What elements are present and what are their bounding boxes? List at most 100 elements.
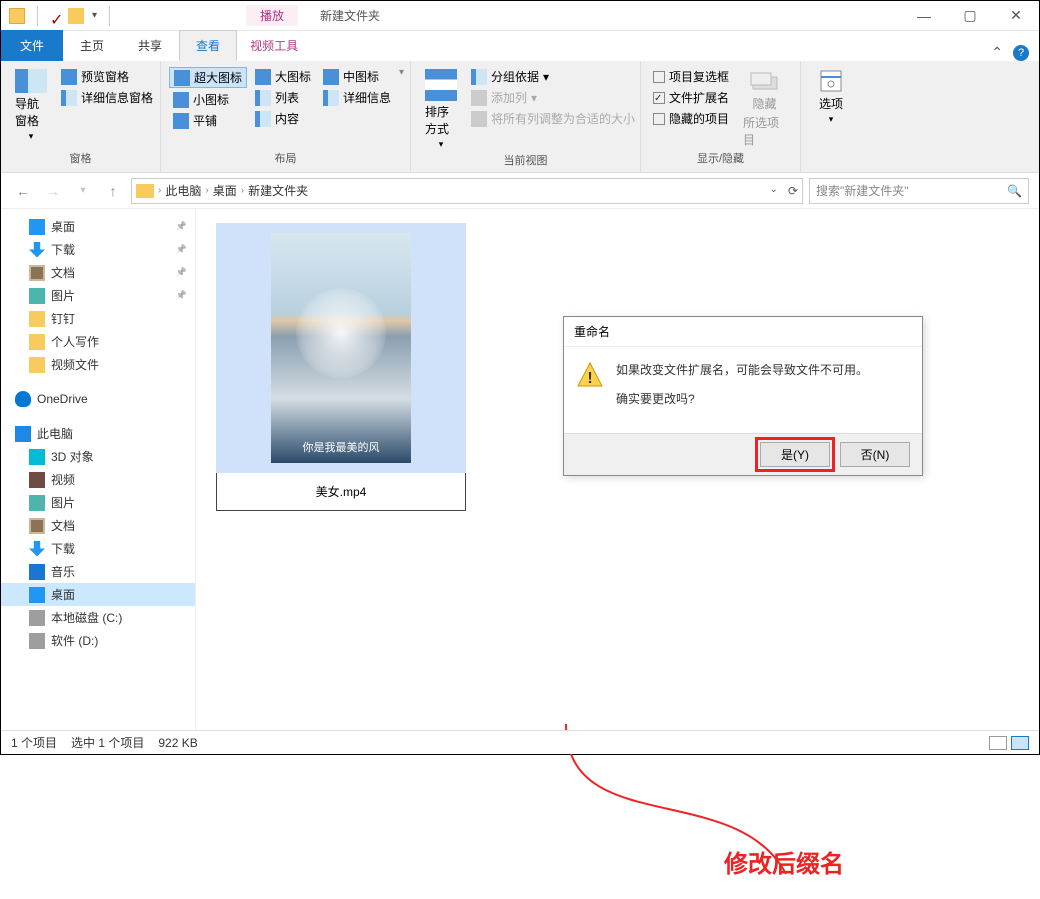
file-name-edit[interactable]: 美女.mp4 [216,473,466,511]
sidebar-item-label: 图片 [51,494,75,511]
sidebar-item[interactable]: 视频 [1,468,195,491]
search-input[interactable]: 搜索"新建文件夹" 🔍 [809,178,1029,204]
sidebar-item[interactable]: 本地磁盘 (C:) [1,606,195,629]
list-icon [255,90,271,106]
sidebar-item-label: 桌面 [51,586,75,603]
preview-icon [61,69,77,85]
view-details-toggle[interactable] [989,736,1007,750]
crumb-thispc[interactable]: 此电脑 [165,182,201,199]
sidebar-item[interactable]: 图片 [1,491,195,514]
view-xl-icons[interactable]: 超大图标 [169,67,247,88]
options-button[interactable]: 选项 ▾ [809,67,853,127]
file-thumbnail [216,223,466,473]
sort-icon [425,69,457,101]
sidebar-item[interactable]: 下载 [1,238,195,261]
view-sm-icons[interactable]: 小图标 [169,90,247,109]
sidebar-item-label: 文档 [51,517,75,534]
preview-pane-button[interactable]: 预览窗格 [57,67,157,86]
sidebar-item[interactable]: 3D 对象 [1,445,195,468]
chk-itemcheckbox[interactable]: 项目复选框 [649,67,733,86]
sidebar-item[interactable]: 桌面 [1,583,195,606]
qat-check-icon[interactable]: ✓ [50,10,62,22]
sidebar-item[interactable]: 桌面 [1,215,195,238]
view-tiles[interactable]: 平铺 [169,111,247,130]
dialog-line2: 确实要更改吗? [616,390,868,407]
tab-video-tools[interactable]: 视频工具 [237,30,311,61]
view-md-icons[interactable]: 中图标 [319,67,395,86]
options-icon [815,69,847,93]
up-button[interactable]: ↑ [101,179,125,203]
sidebar-item-label: 此电脑 [37,425,73,442]
sort-button[interactable]: 排序方式 ▾ [419,67,463,152]
sidebar-item[interactable]: 个人写作 [1,330,195,353]
sidebar-item[interactable]: 音乐 [1,560,195,583]
sidebar-item-icon [15,426,31,442]
forward-button: → [41,179,65,203]
group-showhide-label: 显示/隐藏 [649,150,792,168]
no-button[interactable]: 否(N) [840,442,910,467]
crumb-desktop[interactable]: 桌面 [213,182,237,199]
sidebar-item[interactable]: 下载 [1,537,195,560]
sidebar-item-label: 文档 [51,264,75,281]
titlebar: ✓ ▾ 播放 新建文件夹 — ▢ ✕ [1,1,1039,31]
annotation-text: 修改后缀名 [724,844,844,879]
sidebar-item[interactable]: 视频文件 [1,353,195,376]
address-bar: ← → ▾ ↑ › 此电脑 › 桌面 › 新建文件夹 ⌄ ⟳ 搜索"新建文件夹"… [1,173,1039,209]
collapse-ribbon-icon[interactable]: ⌃ [991,44,1003,61]
view-content[interactable]: 内容 [251,109,315,128]
chk-hidden[interactable]: 隐藏的项目 [649,109,733,128]
yes-button[interactable]: 是(Y) [760,442,830,467]
tab-home[interactable]: 主页 [63,30,121,61]
nav-tree[interactable]: 桌面下载文档图片钉钉个人写作视频文件OneDrive此电脑3D 对象视频图片文档… [1,209,196,739]
xl-icon [174,70,190,86]
tab-view[interactable]: 查看 [179,30,237,61]
details-icon [61,90,77,106]
dialog-title: 重命名 [564,317,922,347]
nav-pane-icon [15,69,47,93]
tab-file[interactable]: 文件 [1,30,63,61]
group-layout-label: 布局 [169,150,402,168]
close-button[interactable]: ✕ [993,1,1039,31]
view-lg-icons[interactable]: 大图标 [251,67,315,86]
crumb-folder[interactable]: 新建文件夹 [248,182,308,199]
addr-dropdown-icon[interactable]: ⌄ [770,184,778,198]
sidebar-item[interactable]: 文档 [1,261,195,284]
groupby-button[interactable]: 分组依据 ▾ [467,67,639,86]
sidebar-item[interactable]: 软件 (D:) [1,629,195,652]
sidebar-item-label: OneDrive [37,392,88,406]
view-list[interactable]: 列表 [251,88,315,107]
sidebar-item-label: 图片 [51,287,75,304]
sidebar-item-icon [15,391,31,407]
sidebar-item-label: 3D 对象 [51,448,94,465]
group-view-label: 当前视图 [419,152,632,170]
details-pane-button[interactable]: 详细信息窗格 [57,88,157,107]
sidebar-item[interactable]: 钉钉 [1,307,195,330]
breadcrumb[interactable]: › 此电脑 › 桌面 › 新建文件夹 ⌄ ⟳ [131,178,803,204]
sidebar-item-label: 个人写作 [51,333,99,350]
sidebar-item-label: 下载 [51,540,75,557]
sidebar-item[interactable]: OneDrive [1,388,195,410]
qat-folder-icon[interactable] [68,8,84,24]
sidebar-item[interactable]: 文档 [1,514,195,537]
minimize-button[interactable]: — [901,1,947,31]
file-item[interactable]: 美女.mp4 [216,223,466,511]
view-details[interactable]: 详细信息 [319,88,395,107]
refresh-icon[interactable]: ⟳ [788,184,798,198]
hide-icon [749,69,781,93]
chk-fileext[interactable]: 文件扩展名 [649,88,733,107]
search-icon: 🔍 [1007,184,1022,198]
sidebar-item[interactable]: 此电脑 [1,422,195,445]
sidebar-item-icon [29,610,45,626]
sidebar-item-icon [29,564,45,580]
fitcols-button: 将所有列调整为合适的大小 [467,109,639,128]
back-button[interactable]: ← [11,179,35,203]
tab-share[interactable]: 共享 [121,30,179,61]
folder-icon [9,8,25,24]
help-icon[interactable]: ? [1013,45,1029,61]
sidebar-item[interactable]: 图片 [1,284,195,307]
view-thumbs-toggle[interactable] [1011,736,1029,750]
nav-pane-button[interactable]: 导航窗格 ▾ [9,67,53,144]
maximize-button[interactable]: ▢ [947,1,993,31]
addcol-button: 添加列 ▾ [467,88,639,107]
recent-dropdown[interactable]: ▾ [71,179,95,203]
